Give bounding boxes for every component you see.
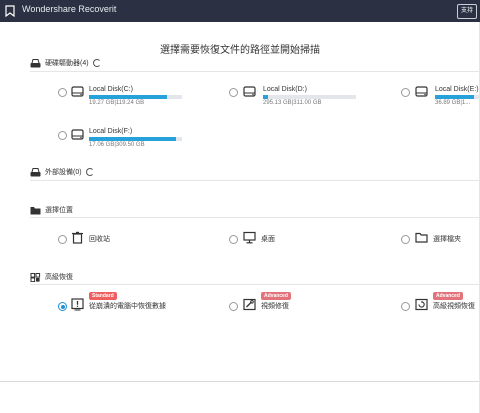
disk-e-size: 36.89 GB|1... [435,100,471,106]
folder-icon [415,232,428,243]
location-desktop-radio[interactable] [229,235,238,244]
video-repair-icon [243,298,256,311]
divider [30,284,480,285]
disk-e-radio[interactable] [401,88,410,97]
advanced-video-recovery-label: 高級視頻恢復 [433,303,475,310]
disk-e-usage-bar [435,95,479,99]
disk-f-name: Local Disk(F:) [89,128,133,135]
disk-c-usage-fill [89,95,168,99]
disk-f-radio[interactable] [58,131,67,140]
section-external-label: 外部設備(0) [45,169,82,176]
section-select-location: 選擇位置 [30,205,73,215]
disk-f-usage-fill [89,137,177,141]
location-desktop-label: 桌面 [261,236,275,243]
disk-c-usage-bar [89,95,182,99]
external-device-icon [30,167,41,176]
crash-pc-icon [71,298,84,311]
location-folder-label: 選擇檔夾 [433,236,461,243]
advanced-video-recovery-radio[interactable] [401,302,410,311]
location-recycle-bin-label: 回收站 [89,236,110,243]
disk-c-size: 19.27 GB|119.24 GB [89,100,145,106]
support-button[interactable]: 支持 [457,4,477,19]
disk-d-usage-fill [263,95,268,99]
video-recovery-icon [415,298,428,311]
badge-advanced: Advanced [433,292,463,300]
hard-drive-icon [30,58,41,67]
advanced-video-repair-radio[interactable] [229,302,238,311]
advanced-crash-recovery-label: 從崩潰的電腦中恢復數據 [89,303,166,310]
badge-advanced: Advanced [261,292,291,300]
section-advanced-recovery: 高級恢復 [30,272,73,282]
desktop-icon [243,231,256,244]
title-bar: Wondershare Recoverit 支持 [0,0,480,22]
section-hard-drives: 硬碟驅動器(4) [30,58,101,68]
section-location-label: 選擇位置 [45,207,73,214]
disk-d-name: Local Disk(D:) [263,86,307,93]
trash-icon [72,231,83,244]
divider [30,217,480,218]
disk-f-icon [71,129,84,140]
disk-d-usage-bar [263,95,356,99]
location-recycle-bin-radio[interactable] [58,235,67,244]
location-folder-radio[interactable] [401,235,410,244]
disk-e-icon [415,86,428,97]
disk-c-radio[interactable] [58,88,67,97]
refresh-icon[interactable] [92,59,101,67]
disk-f-usage-bar [89,137,182,141]
disk-f-size: 17.06 GB|309.50 GB [89,142,145,148]
disk-d-size: 295.13 GB|311.00 GB [263,100,322,106]
page-title: 選擇需要恢復文件的路徑並開始掃描 [160,45,320,56]
divider [30,180,480,181]
disk-d-radio[interactable] [229,88,238,97]
disk-e-name: Local Disk(E:) [435,86,479,93]
section-hard-drives-label: 硬碟驅動器(4) [45,60,89,67]
app-logo-icon [5,5,15,17]
grid-icon [30,272,41,282]
advanced-video-repair-label: 視頻修復 [261,303,289,310]
badge-standard: Standard [89,292,117,300]
disk-d-icon [243,86,256,97]
section-external-devices: 外部設備(0) [30,167,94,177]
disk-c-name: Local Disk(C:) [89,86,133,93]
footer-divider [0,381,480,382]
disk-e-usage-fill [435,95,474,99]
section-advanced-label: 高級恢復 [45,274,73,281]
advanced-crash-recovery-radio[interactable] [58,302,67,311]
refresh-icon[interactable] [85,168,94,176]
folder-section-icon [30,206,41,214]
disk-c-icon [71,86,84,97]
app-title: Wondershare Recoverit [22,4,117,14]
divider [30,71,480,72]
